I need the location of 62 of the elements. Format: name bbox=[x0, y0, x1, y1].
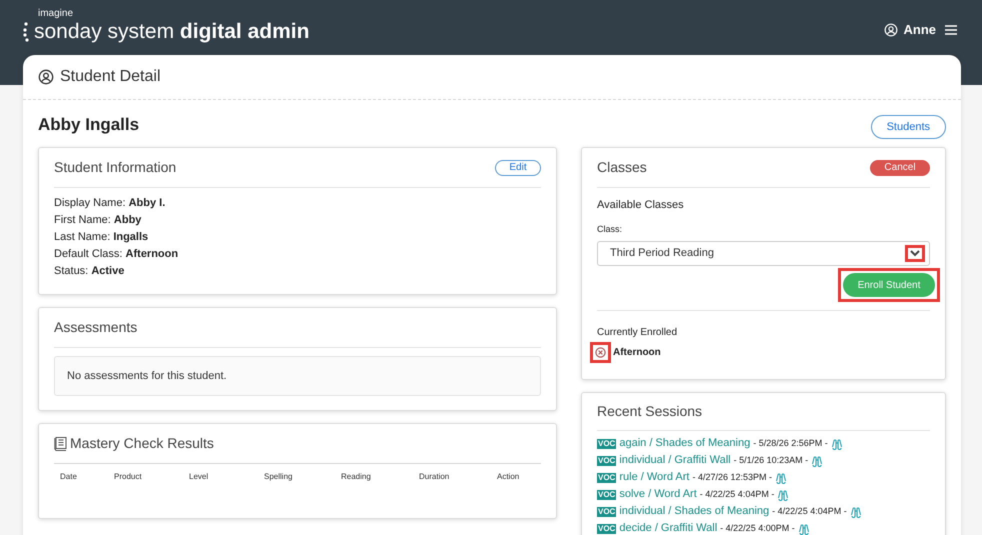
voc-badge: VOC bbox=[597, 490, 616, 500]
session-link[interactable]: individual / Shades of Meaning bbox=[619, 503, 770, 520]
column-header: Action bbox=[497, 471, 520, 483]
info-line: Last Name: Ingalls bbox=[54, 230, 150, 245]
session-time: - 5/1/26 10:23AM - bbox=[734, 454, 808, 467]
section-heading: Currently Enrolled bbox=[597, 326, 678, 340]
voc-badge: VOC bbox=[597, 438, 616, 448]
user-icon bbox=[38, 69, 54, 85]
card-title: Recent Sessions bbox=[597, 402, 702, 421]
column-header: Spelling bbox=[264, 471, 294, 483]
cancel-button[interactable]: Cancel bbox=[870, 160, 930, 176]
column-header: Reading bbox=[341, 471, 372, 483]
page-title: Student Detail bbox=[60, 67, 161, 87]
card-title: Classes bbox=[597, 158, 647, 177]
session-link[interactable]: rule / Word Art bbox=[619, 469, 690, 486]
class-select[interactable]: Third Period Reading bbox=[597, 241, 930, 266]
session-time: - 4/27/26 12:53PM - bbox=[692, 470, 772, 484]
column-header: Date bbox=[60, 471, 78, 483]
voc-badge: VOC bbox=[597, 472, 616, 482]
binoculars-icon[interactable] bbox=[830, 438, 843, 450]
voc-badge: VOC bbox=[597, 456, 616, 466]
session-link[interactable]: again / Shades of Meaning bbox=[619, 435, 750, 452]
section-heading: Available Classes bbox=[597, 198, 685, 213]
session-time: - 4/22/25 4:04PM - bbox=[700, 488, 774, 501]
remove-icon[interactable] bbox=[595, 347, 606, 358]
logo-icon bbox=[22, 21, 30, 43]
edit-button[interactable]: Edit bbox=[495, 160, 541, 176]
empty-message: No assessments for this student. bbox=[67, 368, 227, 384]
students-button[interactable]: Students bbox=[870, 115, 946, 139]
user-icon bbox=[884, 22, 898, 37]
session-link[interactable]: individual / Graffiti Wall bbox=[619, 452, 731, 469]
enrolled-class: Afternoon bbox=[613, 346, 661, 360]
binoculars-icon[interactable] bbox=[777, 488, 790, 500]
voc-badge: VOC bbox=[597, 524, 616, 534]
session-time: - 5/28/26 2:56PM - bbox=[753, 436, 828, 450]
column-header: Level bbox=[189, 471, 210, 483]
info-line: Default Class: Afternoon bbox=[54, 247, 180, 262]
card-title: Student Information bbox=[54, 158, 176, 177]
column-header: Duration bbox=[419, 471, 450, 483]
book-icon bbox=[54, 436, 67, 450]
session-time: - 4/22/25 4:04PM - bbox=[772, 504, 847, 518]
student-name: Abby Ingalls bbox=[38, 114, 140, 136]
binoculars-icon[interactable] bbox=[798, 522, 810, 534]
session-link[interactable]: solve / Word Art bbox=[619, 486, 697, 503]
info-line: Display Name: Abby I. bbox=[54, 196, 166, 211]
binoculars-icon[interactable] bbox=[850, 506, 862, 518]
column-header: Product bbox=[114, 471, 143, 483]
info-line: First Name: Abby bbox=[54, 213, 142, 228]
card-title: Assessments bbox=[54, 318, 138, 337]
field-label: Class: bbox=[597, 222, 624, 236]
chevron-down-icon[interactable] bbox=[910, 250, 920, 257]
enroll-student-button[interactable]: Enroll Student bbox=[843, 273, 935, 297]
menu-icon[interactable] bbox=[945, 24, 957, 36]
voc-badge: VOC bbox=[597, 506, 616, 516]
binoculars-icon[interactable] bbox=[775, 472, 787, 484]
logo[interactable]: imagine sonday system digital admin bbox=[22, 8, 310, 44]
card-title: Mastery Check Results bbox=[70, 434, 214, 453]
session-time: - 4/22/25 4:00PM - bbox=[720, 522, 795, 535]
session-link[interactable]: decide / Graffiti Wall bbox=[619, 520, 718, 535]
binoculars-icon[interactable] bbox=[811, 454, 824, 466]
user-name[interactable]: Anne bbox=[904, 20, 936, 40]
info-line: Status: Active bbox=[54, 264, 126, 279]
